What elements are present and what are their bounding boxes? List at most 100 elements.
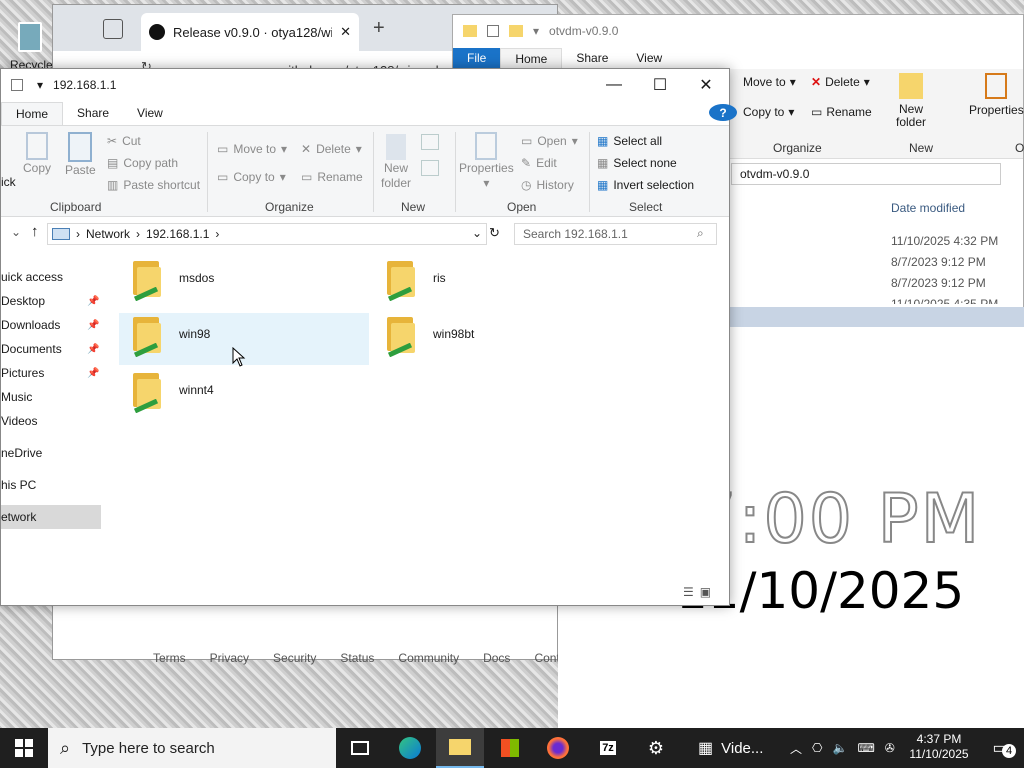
large-icons-view-icon[interactable]: ▣ <box>700 585 711 599</box>
footer-link[interactable]: Community <box>398 651 459 665</box>
search-box[interactable]: Search 192.168.1.1 ⌕ <box>514 223 717 245</box>
new-folder-button[interactable]: New folder <box>381 134 411 190</box>
paste-shortcut-button[interactable]: ▥ Paste shortcut <box>107 178 200 192</box>
explorer-window[interactable]: ▾ 192.168.1.1 — ☐ ✕ Home Share View ? ic… <box>0 68 737 606</box>
video-app-button[interactable]: ▦ Vide... <box>682 728 778 768</box>
rename-button[interactable]: ▭ Rename <box>811 105 872 119</box>
open-button[interactable]: ▭ Open ▾ <box>521 134 578 148</box>
start-button[interactable] <box>0 728 48 768</box>
edit-button[interactable]: ✎ Edit <box>521 156 557 170</box>
new-item-icon[interactable] <box>421 134 439 150</box>
tab-share[interactable]: Share <box>63 102 123 124</box>
qa-dropdown-icon[interactable]: ▾ <box>37 78 43 92</box>
close-button[interactable]: ✕ <box>683 69 729 101</box>
new-folder-button[interactable]: New folder <box>891 73 931 129</box>
breadcrumb-network[interactable]: Network <box>86 227 130 241</box>
rename-button[interactable]: ▭ Rename <box>301 170 363 184</box>
shared-folder-icon <box>383 257 427 305</box>
recycle-bin-icon[interactable]: Recycle <box>6 14 53 74</box>
search-icon[interactable]: ⌕ <box>697 226 704 241</box>
invert-selection-button[interactable]: ▦ Invert selection <box>597 178 694 192</box>
properties-button[interactable]: Properties ▾ <box>459 132 514 190</box>
footer-link[interactable]: Terms <box>153 651 186 665</box>
move-to-button[interactable]: Move to ▾ <box>743 75 796 89</box>
properties-qa-icon[interactable] <box>487 25 499 37</box>
new-folder-qa-icon[interactable] <box>509 25 523 37</box>
nav-network[interactable]: etwork <box>1 505 101 529</box>
nav-videos[interactable]: Videos <box>1 409 101 433</box>
ime-icon[interactable]: ⌨ <box>857 741 874 755</box>
7zip-button[interactable]: 7z <box>584 728 632 768</box>
maximize-button[interactable]: ☐ <box>637 69 683 101</box>
cut-button[interactable]: ✂ Cut <box>107 134 141 148</box>
firefox-button[interactable] <box>534 728 582 768</box>
copy-path-button[interactable]: ▤ Copy path <box>107 156 178 170</box>
tab-share[interactable]: Share <box>562 48 622 68</box>
column-date-modified[interactable]: Date modified <box>891 201 965 215</box>
nav-quick-access[interactable]: uick access <box>1 265 101 289</box>
open-icon: ▭ <box>521 134 533 148</box>
store-button[interactable] <box>486 728 534 768</box>
history-button[interactable]: ◷ History <box>521 178 574 192</box>
nav-pictures[interactable]: Pictures 📌 <box>1 361 101 385</box>
footer-link[interactable]: Status <box>340 651 374 665</box>
folder-item[interactable]: ris <box>373 257 623 309</box>
paste-button[interactable]: Paste <box>65 132 96 177</box>
folder-item[interactable]: msdos <box>119 257 369 309</box>
nav-downloads[interactable]: Downloads 📌 <box>1 313 101 337</box>
file-explorer-button[interactable] <box>436 728 484 768</box>
settings-button[interactable]: ⚙ <box>632 728 680 768</box>
taskbar-clock[interactable]: 4:37 PM 11/10/2025 <box>904 732 974 762</box>
tab-home[interactable]: Home <box>1 101 64 125</box>
address-bar[interactable]: › Network › 192.168.1.1 › ⌄ <box>47 223 487 245</box>
details-view-icon[interactable]: ☰ <box>683 585 694 599</box>
tab-view[interactable]: View <box>622 48 676 68</box>
volume-icon[interactable]: 🔈 <box>833 741 848 755</box>
footer-link[interactable]: Docs <box>483 651 510 665</box>
browser-tab[interactable]: Release v0.9.0 · otya128/winevdm ✕ <box>141 13 359 51</box>
nav-documents[interactable]: Documents 📌 <box>1 337 101 361</box>
tab-home[interactable]: Home <box>500 47 563 69</box>
help-icon[interactable]: ? <box>709 104 737 121</box>
action-center-button[interactable]: ▭ 4 <box>976 728 1024 768</box>
delete-button[interactable]: ✕ Delete ▾ <box>811 75 870 89</box>
tab-close-icon[interactable]: ✕ <box>340 24 351 40</box>
folder-item[interactable]: winnt4 <box>119 369 369 421</box>
tab-view[interactable]: View <box>123 102 177 124</box>
refresh-icon[interactable]: ↻ <box>489 225 500 241</box>
task-view-button[interactable] <box>336 728 384 768</box>
nav-onedrive[interactable]: neDrive <box>1 441 101 465</box>
background-address-bar[interactable]: otvdm-v0.9.0 <box>731 163 1001 185</box>
folder-item[interactable]: win98bt <box>373 313 623 365</box>
edge-button[interactable] <box>386 728 434 768</box>
new-tab-icon[interactable]: + <box>373 17 385 40</box>
copy-to-button[interactable]: ▭ Copy to ▾ <box>217 170 286 184</box>
up-icon[interactable]: ↑ <box>31 223 39 240</box>
footer-link[interactable]: Security <box>273 651 316 665</box>
breadcrumb-host[interactable]: 192.168.1.1 <box>146 227 209 241</box>
nav-music[interactable]: Music <box>1 385 101 409</box>
delete-button[interactable]: ✕ Delete ▾ <box>301 142 362 156</box>
address-dropdown-icon[interactable]: ⌄ <box>472 226 482 240</box>
minimize-button[interactable]: — <box>591 69 637 101</box>
mouse-cursor-icon <box>232 347 246 367</box>
taskbar-search[interactable]: ⌕ Type here to search <box>48 728 336 768</box>
nav-this-pc[interactable]: his PC <box>1 473 101 497</box>
qa-dropdown-icon[interactable]: ▾ <box>533 24 539 38</box>
select-none-button[interactable]: ▦ Select none <box>597 156 677 170</box>
show-hidden-icons[interactable]: ︿ <box>790 740 802 757</box>
copy-button[interactable]: Copy <box>23 132 51 175</box>
easy-access-icon[interactable] <box>421 160 439 176</box>
tab-actions-icon[interactable] <box>103 19 123 39</box>
footer-link[interactable]: Privacy <box>210 651 249 665</box>
move-to-button[interactable]: ▭ Move to ▾ <box>217 142 287 156</box>
copy-to-button[interactable]: Copy to ▾ <box>743 105 794 119</box>
select-all-button[interactable]: ▦ Select all <box>597 134 662 148</box>
recent-locations-icon[interactable]: ⌄ <box>11 225 21 239</box>
pin-quick-access-button[interactable]: ick <box>1 146 16 189</box>
network-tray-icon[interactable]: ⎔ <box>812 741 822 755</box>
notify-icon[interactable]: ✇ <box>885 741 895 755</box>
tab-file[interactable]: File <box>453 48 501 68</box>
nav-desktop[interactable]: Desktop 📌 <box>1 289 101 313</box>
properties-button[interactable]: Properties <box>969 73 1024 117</box>
